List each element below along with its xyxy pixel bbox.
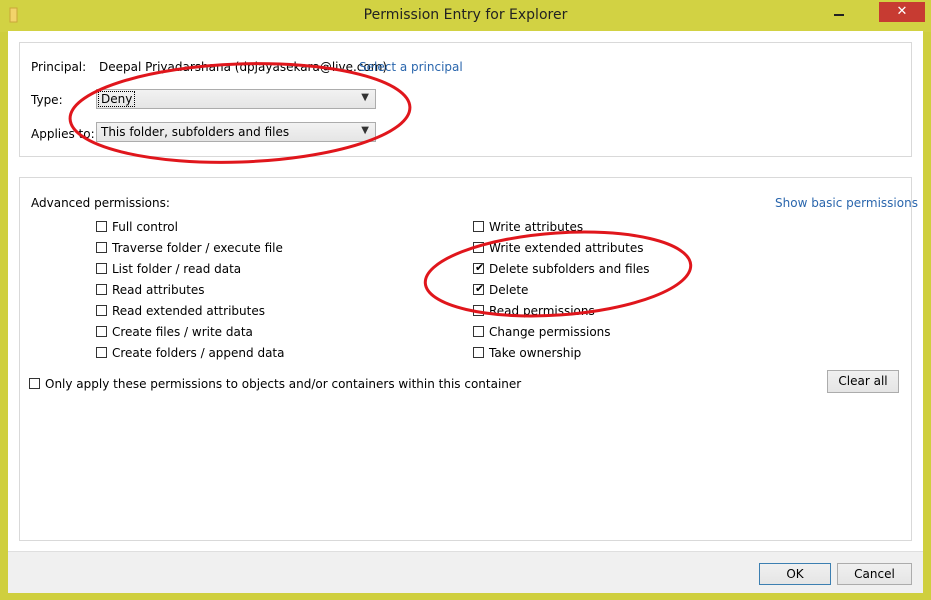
permission-checkbox[interactable] [96, 242, 107, 253]
permission-label: Delete subfolders and files [489, 262, 650, 276]
permission-checkbox[interactable] [96, 263, 107, 274]
type-label: Type: [31, 93, 63, 107]
permission-checkbox[interactable]: ✔ [473, 282, 485, 295]
permission-checkbox[interactable] [96, 326, 107, 337]
permission-label: Delete [489, 283, 529, 297]
principal-label: Principal: [31, 60, 87, 74]
principal-value: Deepal Priyadarshana (dpjayasekara@live.… [99, 60, 388, 74]
permission-checkbox[interactable] [473, 347, 484, 358]
permission-checkbox[interactable] [96, 221, 107, 232]
only-apply-label: Only apply these permissions to objects … [45, 377, 522, 391]
chevron-down-icon: ▼ [361, 125, 369, 136]
permission-label: Change permissions [489, 325, 611, 339]
permission-label: Read extended attributes [112, 304, 265, 318]
permission-label: Read attributes [112, 283, 205, 297]
close-button[interactable]: ✕ [879, 2, 925, 22]
dialog-body: Principal: Deepal Priyadarshana (dpjayas… [8, 31, 923, 593]
title-bar: Permission Entry for Explorer ✕ [0, 0, 931, 32]
show-basic-permissions-link[interactable]: Show basic permissions [775, 196, 918, 210]
permission-label: Write extended attributes [489, 241, 644, 255]
clear-all-button[interactable]: Clear all [827, 370, 899, 393]
permission-label: List folder / read data [112, 262, 242, 276]
permission-label: Create folders / append data [112, 346, 285, 360]
permission-label: Full control [112, 220, 178, 234]
dialog-footer: OK Cancel [8, 551, 923, 593]
permission-label: Read permissions [489, 304, 595, 318]
ok-button[interactable]: OK [759, 563, 831, 585]
type-select[interactable]: Deny ▼ [96, 89, 376, 109]
applies-to-label: Applies to: [31, 127, 95, 141]
applies-to-value: This folder, subfolders and files [101, 125, 290, 139]
minimize-button[interactable] [826, 2, 852, 22]
select-principal-link[interactable]: Select a principal [359, 60, 463, 74]
permission-checkbox[interactable] [96, 305, 107, 316]
principal-panel: Principal: Deepal Priyadarshana (dpjayas… [19, 42, 912, 157]
permission-checkbox[interactable] [96, 347, 107, 358]
type-value: Deny [97, 91, 136, 107]
permission-label: Create files / write data [112, 325, 253, 339]
permission-checkbox[interactable] [96, 284, 107, 295]
chevron-down-icon: ▼ [361, 92, 369, 103]
permission-checkbox[interactable] [473, 305, 484, 316]
cancel-button[interactable]: Cancel [837, 563, 912, 585]
window-title: Permission Entry for Explorer [363, 7, 568, 23]
permission-checkbox[interactable] [473, 326, 484, 337]
advanced-permissions-title: Advanced permissions: [31, 196, 170, 210]
permission-checkbox[interactable] [473, 242, 484, 253]
permission-checkbox[interactable]: ✔ [473, 261, 485, 274]
checkmark-icon: ✔ [475, 261, 485, 274]
advanced-permissions-panel: Advanced permissions: Show basic permiss… [19, 177, 918, 541]
only-apply-checkbox[interactable] [29, 378, 40, 389]
permission-checkbox[interactable] [473, 221, 484, 232]
checkmark-icon: ✔ [475, 282, 485, 295]
permission-label: Write attributes [489, 220, 584, 234]
permission-label: Traverse folder / execute file [112, 241, 283, 255]
permission-label: Take ownership [489, 346, 582, 360]
applies-to-select[interactable]: This folder, subfolders and files ▼ [96, 122, 376, 142]
